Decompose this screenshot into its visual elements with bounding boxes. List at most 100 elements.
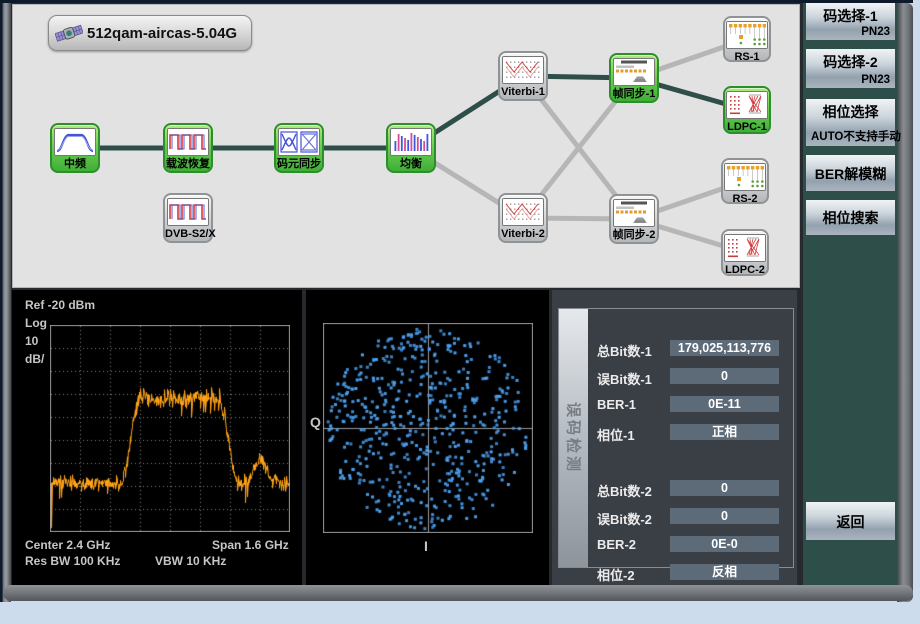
ber-row-8: 相位-2 反相 (559, 565, 793, 581)
sidebar-button-1[interactable]: 码选择-1PN23 (806, 3, 895, 40)
frame-icon (613, 58, 655, 86)
node-fs1[interactable]: 帧同步-1 (609, 53, 659, 103)
node-label: Viterbi-1 (500, 85, 546, 99)
window-frame-bottom (3, 585, 913, 601)
waveform-icon (167, 128, 209, 156)
sidebar-button-label: 相位选择 (811, 102, 890, 122)
spectrum-vbw: VBW 10 KHz (155, 554, 226, 568)
node-dvb[interactable]: DVB-S2/X (163, 193, 213, 243)
ber-row-value: 0E-0 (670, 536, 779, 552)
signal-chain-diagram: 中频 载波恢复 DVB-S2/X 码元同步 均衡 Viterbi-1 Viterbi-2 帧同… (12, 4, 800, 288)
sidebar-button-sublabel: PN23 (811, 26, 890, 38)
ber-row-1: 总Bit数-1 179,025,113,776 (559, 341, 793, 357)
signal-source-label: 512qam-aircas-5.04G (87, 25, 237, 42)
node-junheng[interactable]: 均衡 (386, 123, 436, 173)
spectrum-log-label: Log (25, 316, 47, 330)
node-label: LDPC-1 (725, 120, 769, 134)
sidebar-button-label: BER解模糊 (811, 164, 890, 184)
trellis-icon (502, 198, 544, 226)
ber-row-5: 总Bit数-2 0 (559, 481, 793, 497)
node-label: 载波恢复 (165, 157, 211, 171)
window-frame-left (0, 3, 11, 602)
ber-row-value: 179,025,113,776 (670, 340, 779, 356)
node-label: 均衡 (388, 157, 434, 171)
ber-row-label: 相位-1 (597, 425, 635, 444)
ber-row-4: 相位-1 正相 (559, 425, 793, 441)
ber-row-7: BER-2 0E-0 (559, 537, 793, 553)
constellation-display (323, 323, 533, 533)
node-label: 帧同步-1 (611, 87, 657, 101)
node-label: Viterbi-2 (500, 227, 546, 241)
node-label: DVB-S2/X (165, 227, 211, 241)
sidebar-button-4[interactable]: BER解模糊 (806, 155, 895, 191)
spectrum-icon (54, 128, 96, 156)
ber-row-label: 总Bit数-1 (597, 341, 652, 360)
sidebar-button-label: 相位搜索 (811, 208, 890, 228)
node-zhongpin[interactable]: 中频 (50, 123, 100, 173)
node-ldpc2[interactable]: LDPC-2 (721, 229, 769, 276)
node-label: 码元同步 (276, 157, 322, 171)
ber-row-value: 0E-11 (670, 396, 779, 412)
main-content: 中频 载波恢复 DVB-S2/X 码元同步 均衡 Viterbi-1 Viterbi-2 帧同… (11, 3, 897, 585)
waveform-icon (167, 198, 209, 226)
ber-monitor-panel: 误码检测 总Bit数-1179,025,113,776误Bit数-10BER-1… (552, 290, 797, 585)
sidebar-button-sublabel: PN23 (811, 74, 890, 86)
ber-row-label: 相位-2 (597, 565, 635, 584)
spectrum-display (50, 325, 290, 532)
sidebar-button-label: 码选择-2 (811, 52, 890, 72)
ber-row-label: 误Bit数-1 (597, 369, 652, 388)
spectrum-span: Span 1.6 GHz (212, 538, 289, 552)
node-fs2[interactable]: 帧同步-2 (609, 194, 659, 244)
ber-row-3: BER-1 0E-11 (559, 397, 793, 413)
rs-icon (724, 163, 766, 191)
ber-row-label: BER-1 (597, 397, 636, 412)
spectrum-ref-level: Ref -20 dBm (25, 298, 95, 312)
spectrum-rbw: Res BW 100 KHz (25, 554, 120, 568)
trellis-icon (502, 56, 544, 84)
sidebar-button-2[interactable]: 码选择-2 PN23 (806, 49, 895, 88)
spectrum-analyzer-panel: Ref -20 dBm Log 10 dB/ Center 2.4 GHz Sp… (12, 290, 302, 585)
rs-icon (726, 21, 768, 49)
spectrum-db-label: dB/ (25, 352, 44, 366)
ber-row-6: 误Bit数-2 0 (559, 509, 793, 525)
window-frame-right (897, 3, 913, 602)
node-label: LDPC-2 (723, 263, 767, 277)
i-axis-label: I (424, 538, 428, 554)
ber-row-label: BER-2 (597, 537, 636, 552)
frame-icon (613, 199, 655, 227)
q-axis-label: Q (310, 414, 321, 430)
node-label: RS-2 (723, 192, 767, 206)
equalizer-icon (390, 128, 432, 156)
ber-row-value: 正相 (670, 424, 779, 440)
sidebar-button-5[interactable]: 相位搜索 (806, 200, 895, 235)
node-label: 帧同步-2 (611, 228, 657, 242)
node-rs1[interactable]: RS-1 (723, 16, 771, 62)
node-zaibo[interactable]: 载波恢复 (163, 123, 213, 173)
eye-icon (278, 128, 320, 156)
node-vit1[interactable]: Viterbi-1 (498, 51, 548, 101)
node-label: 中频 (52, 157, 98, 171)
node-rs2[interactable]: RS-2 (721, 158, 769, 204)
node-mayuan[interactable]: 码元同步 (274, 123, 324, 173)
sidebar-button-3[interactable]: 相位选择AUTO不支持手动 (806, 99, 895, 146)
node-vit2[interactable]: Viterbi-2 (498, 193, 548, 243)
sidebar-button-label: 码选择-1 (811, 6, 890, 26)
ldpc-icon (724, 234, 766, 262)
ber-row-value: 反相 (670, 564, 779, 580)
ber-row-value: 0 (670, 480, 779, 496)
ber-row-2: 误Bit数-1 0 (559, 369, 793, 385)
spectrum-center-freq: Center 2.4 GHz (25, 538, 110, 552)
return-button[interactable]: 返回 (806, 502, 895, 540)
ber-row-value: 0 (670, 368, 779, 384)
spectrum-scale-value: 10 (25, 334, 38, 348)
signal-source-button[interactable]: 512qam-aircas-5.04G (48, 15, 252, 51)
ber-row-label: 误Bit数-2 (597, 509, 652, 528)
sidebar: 码选择-1PN23码选择-2PN23相位选择AUTO不支持手动BER解模糊相位搜… (803, 3, 897, 585)
return-button-label: 返回 (811, 512, 890, 532)
satellite-icon (55, 19, 83, 47)
ldpc-icon (726, 91, 768, 119)
ber-row-value: 0 (670, 508, 779, 524)
ber-row-label: 总Bit数-2 (597, 481, 652, 500)
ber-monitor-box: 误码检测 总Bit数-1179,025,113,776误Bit数-10BER-1… (558, 308, 794, 568)
node-ldpc1[interactable]: LDPC-1 (723, 86, 771, 134)
